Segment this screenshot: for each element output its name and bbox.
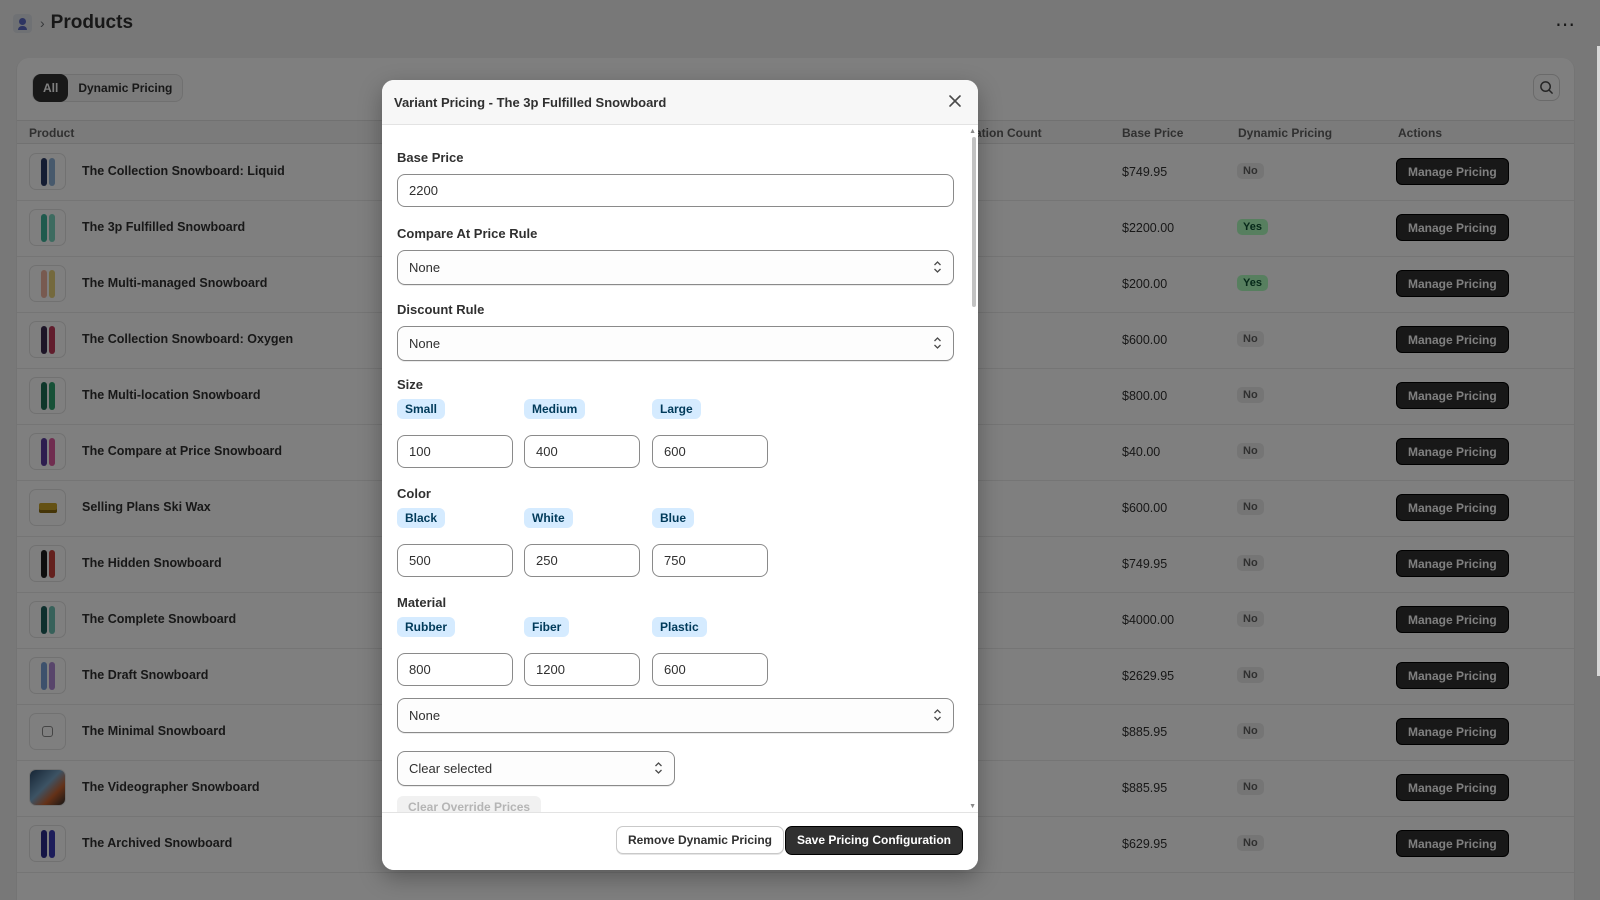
discount-rule-value: None [409,336,441,351]
color-option-blue: Blue [652,508,695,528]
size-option-large: Large [652,399,701,419]
modal-scrollbar-thumb[interactable] [972,137,976,307]
color-blue-price-input[interactable]: 750 [652,544,768,577]
material-option-rubber: Rubber [397,617,455,637]
modal-footer: Remove Dynamic Pricing Save Pricing Conf… [382,812,978,870]
base-price-label: Base Price [397,150,464,165]
remove-dynamic-pricing-button[interactable]: Remove Dynamic Pricing [615,826,784,854]
material-plastic-price-input[interactable]: 600 [652,653,768,686]
color-label: Color [397,486,431,501]
clear-selected-select[interactable]: Clear selected [397,751,675,786]
size-option-small: Small [397,399,446,419]
size-large-price-input[interactable]: 600 [652,435,768,468]
modal-body: Base Price 2200 Compare At Price Rule No… [382,126,978,812]
scroll-down-icon[interactable]: ▼ [969,803,976,810]
select-chevron-icon [934,709,941,721]
compare-rule-select[interactable]: None [397,250,954,285]
modal-title: Variant Pricing - The 3p Fulfilled Snowb… [394,94,667,110]
discount-rule-select[interactable]: None [397,326,954,361]
base-price-input[interactable]: 2200 [397,174,954,207]
color-white-price-input[interactable]: 250 [524,544,640,577]
override-rule-value: None [409,708,441,723]
clear-selected-value: Clear selected [409,761,493,776]
material-option-plastic: Plastic [652,617,707,637]
select-chevron-icon [934,261,941,273]
close-icon[interactable] [946,92,964,110]
color-option-black: Black [397,508,446,528]
compare-rule-value: None [409,260,441,275]
modal-header: Variant Pricing - The 3p Fulfilled Snowb… [382,80,978,125]
color-option-white: White [524,508,573,528]
select-chevron-icon [655,762,662,774]
select-chevron-icon [934,337,941,349]
size-medium-price-input[interactable]: 400 [524,435,640,468]
scroll-up-icon[interactable]: ▲ [969,128,976,135]
modal-scrollbar[interactable]: ▲ ▼ [968,126,978,812]
variant-pricing-modal: Variant Pricing - The 3p Fulfilled Snowb… [382,80,978,870]
size-option-medium: Medium [524,399,586,419]
material-rubber-price-input[interactable]: 800 [397,653,513,686]
compare-rule-label: Compare At Price Rule [397,226,538,241]
override-rule-select[interactable]: None [397,698,954,733]
color-black-price-input[interactable]: 500 [397,544,513,577]
material-label: Material [397,595,447,610]
discount-rule-label: Discount Rule [397,302,485,317]
size-label: Size [397,377,424,392]
material-fiber-price-input[interactable]: 1200 [524,653,640,686]
save-pricing-configuration-button[interactable]: Save Pricing Configuration [784,826,963,855]
size-small-price-input[interactable]: 100 [397,435,513,468]
material-option-fiber: Fiber [524,617,570,637]
clear-override-prices-button[interactable]: Clear Override Prices [397,796,542,812]
